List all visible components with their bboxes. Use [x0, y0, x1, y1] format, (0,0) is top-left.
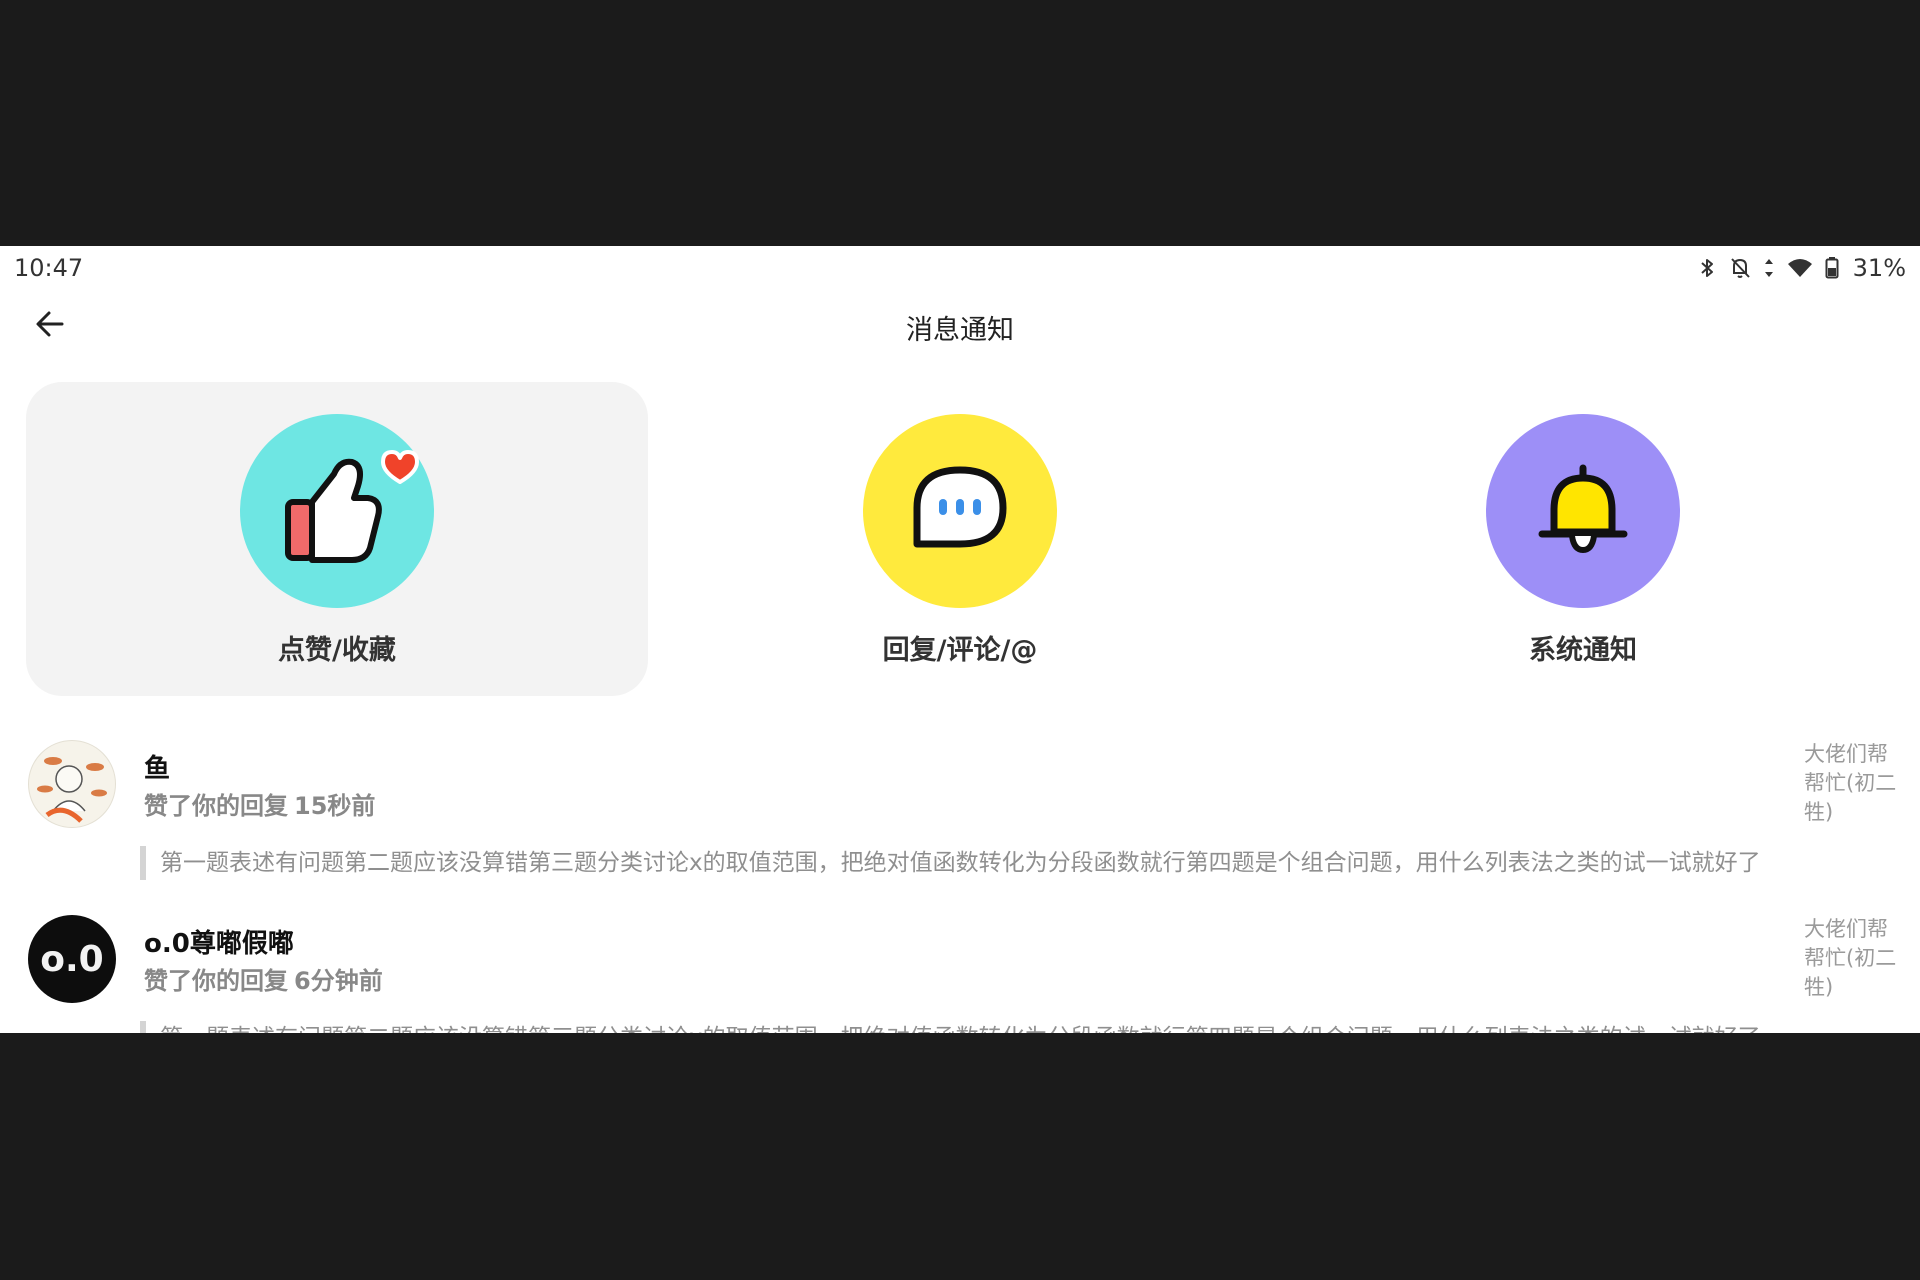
status-icons: 31% [1699, 254, 1906, 282]
category-replies-comments[interactable]: 回复/评论/@ [649, 382, 1271, 696]
notification-action: 赞了你的回复 6分钟前 [144, 961, 389, 996]
status-time: 10:47 [14, 254, 84, 282]
notification-action-text: 赞了你的回复 [144, 792, 288, 820]
category-system-notifications[interactable]: 系统通知 [1272, 382, 1894, 696]
notification-quote[interactable]: 第一题表述有问题第二题应该没算错第三题分类讨论x的取值范围，把绝对值函数转化为分… [140, 1021, 1790, 1033]
notification-item[interactable]: 鱼 赞了你的回复 15秒前 第一题表述有问题第二题应该没算错第三题分类讨论x的取值… [0, 740, 1920, 910]
notification-action: 赞了你的回复 15秒前 [144, 786, 381, 821]
battery-percentage: 31% [1852, 254, 1906, 282]
notification-source-post[interactable]: 大佬们帮帮忙(初二牲) [1804, 915, 1900, 1002]
category-label: 回复/评论/@ [882, 635, 1038, 666]
page-title: 消息通知 [906, 315, 1014, 346]
notification-time: 6分钟前 [294, 967, 383, 995]
thumbs-up-heart-icon [240, 412, 434, 610]
notification-action-text: 赞了你的回复 [144, 967, 288, 995]
category-label: 点赞/收藏 [278, 635, 396, 666]
app-screen: 10:47 31% 消息通知 点赞/收藏 回复/评论/@ 系统通知 鱼 赞了你的… [0, 246, 1920, 1033]
notification-time: 15秒前 [294, 792, 376, 820]
battery-icon [1825, 256, 1839, 280]
category-label: 系统通知 [1529, 635, 1637, 666]
status-bar: 10:47 31% [0, 246, 1920, 288]
wifi-icon [1787, 256, 1813, 280]
notification-quote[interactable]: 第一题表述有问题第二题应该没算错第三题分类讨论x的取值范围，把绝对值函数转化为分… [140, 846, 1790, 880]
avatar[interactable]: o.0 [28, 915, 116, 1003]
avatar[interactable] [28, 740, 116, 828]
bell-icon [1486, 412, 1680, 610]
system-icon-circle [1486, 414, 1680, 608]
data-arrows-icon [1763, 256, 1775, 280]
category-likes-favorites[interactable]: 点赞/收藏 [26, 382, 648, 696]
replies-icon-circle [863, 414, 1057, 608]
notification-username[interactable]: 鱼 [144, 748, 170, 785]
notification-username[interactable]: o.0尊嘟假嘟 [144, 923, 294, 960]
notification-item[interactable]: o.0 o.0尊嘟假嘟 赞了你的回复6分钟前 第一题表述有问题第二题应该没算错第… [0, 915, 1920, 1033]
likes-icon-circle [240, 414, 434, 608]
chat-bubble-icon [863, 412, 1057, 610]
avatar-text: o.0 [40, 938, 104, 980]
bluetooth-icon [1699, 256, 1717, 280]
notifications-off-icon [1729, 256, 1751, 280]
notification-source-post[interactable]: 大佬们帮帮忙(初二牲) [1804, 740, 1900, 827]
header: 消息通知 [0, 288, 1920, 360]
